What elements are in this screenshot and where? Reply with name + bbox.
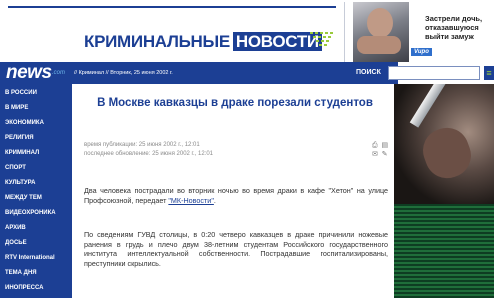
sidebar-item-rtv[interactable]: RTV International <box>5 255 55 261</box>
paragraph-text: Два человека пострадали во вторник ночью… <box>84 186 388 205</box>
search-label: ПОИСК <box>356 69 381 76</box>
sidebar-item-culture[interactable]: КУЛЬТУРА <box>5 180 35 186</box>
ad-photo <box>353 2 409 62</box>
paragraph-end: . <box>213 195 216 205</box>
ad-line: выйти замуж <box>425 32 474 41</box>
article-content: В Москве кавказцы в драке порезали студе… <box>72 84 394 298</box>
updated-date: последнее обновление: 25 июня 2002 г., 1… <box>84 151 214 157</box>
publication-dates: время публикации: 25 июня 2002 г., 12:01… <box>84 141 213 159</box>
sidebar-item-dossier[interactable]: ДОСЬЕ <box>5 240 27 246</box>
sidebar-item-meanwhile[interactable]: МЕЖДУ ТЕМ <box>5 195 42 201</box>
source-link[interactable]: "МК-Новости" <box>168 196 214 205</box>
article-title: В Москве кавказцы в драке порезали студе… <box>97 97 373 109</box>
site-logo[interactable]: КРИМИНАЛЬНЫЕ НОВОСТИ <box>84 32 322 52</box>
sidebar-item-economy[interactable]: ЭКОНОМИКА <box>5 120 44 126</box>
brand-logo[interactable]: news <box>6 62 52 84</box>
sidebar-item-crime[interactable]: КРИМИНАЛ <box>5 150 39 156</box>
sidebar-item-topic[interactable]: ТЕМА ДНЯ <box>5 270 37 276</box>
ad-logo: Vupo <box>411 48 432 56</box>
logo-dots-icon <box>310 32 333 46</box>
sidebar-item-archive[interactable]: АРХИВ <box>5 225 26 231</box>
ad-headline: Застрели дочь, отказавшуюся выйти замуж <box>425 14 494 41</box>
article-photo <box>394 84 494 298</box>
published-date: время публикации: 25 июня 2002 г., 12:01 <box>84 142 200 148</box>
sidebar-item-sport[interactable]: СПОРТ <box>5 165 26 171</box>
sidebar-item-inopressa[interactable]: ИНОПРЕССА <box>5 285 43 291</box>
brand-suffix: .com <box>52 70 66 76</box>
header-rule <box>8 6 336 8</box>
breadcrumb-date: // Криминал // Вторник, 25 июня 2002 г. <box>74 70 173 76</box>
ad-banner[interactable]: Vupo Застрели дочь, отказавшуюся выйти з… <box>344 2 494 62</box>
ad-line: отказавшуюся <box>425 23 479 32</box>
sidebar-item-video[interactable]: ВИДЕОХРОНИКА <box>5 210 56 216</box>
article-paragraph: По сведениям ГУВД столицы, в 0:20 четвер… <box>84 230 388 268</box>
article-paragraph: Два человека пострадали во вторник ночью… <box>84 186 388 205</box>
sidebar-item-religion[interactable]: РЕЛИГИЯ <box>5 135 34 141</box>
article-tools[interactable]: ⎙ ▤ ✉ ✎ <box>372 141 394 158</box>
logo-text-criminal: КРИМИНАЛЬНЫЕ <box>84 32 230 51</box>
search-submit-button[interactable]: ≡ <box>484 66 494 80</box>
top-nav-bar: news .com // Криминал // Вторник, 25 июн… <box>0 62 398 84</box>
sidebar-nav: В РОССИИ В МИРЕ ЭКОНОМИКА РЕЛИГИЯ КРИМИН… <box>0 84 72 298</box>
sidebar-item-world[interactable]: В МИРЕ <box>5 105 28 111</box>
search-input[interactable] <box>388 66 480 80</box>
ad-line: Застрели дочь, <box>425 14 483 23</box>
logo-text-news: НОВОСТИ <box>232 32 322 51</box>
sidebar-item-russia[interactable]: В РОССИИ <box>5 90 37 96</box>
